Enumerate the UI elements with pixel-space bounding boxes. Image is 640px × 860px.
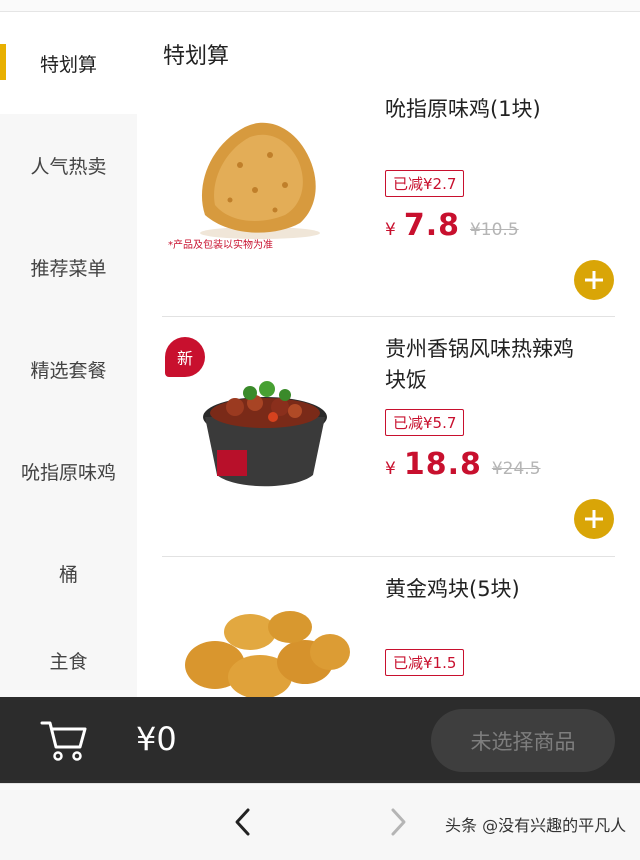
product-card[interactable]: 黄金鸡块(5块) 已减¥1.5 (160, 557, 615, 697)
original-price: ¥10.5 (469, 220, 519, 240)
discount-badge: 已减¥5.7 (385, 409, 465, 436)
browser-nav-bar: 头条 @没有兴趣的平凡人 (0, 783, 640, 860)
chicken-nuggets-image (175, 607, 355, 697)
checkout-button[interactable]: 未选择商品 (431, 709, 615, 772)
sidebar-item-bucket[interactable]: 桶 (0, 522, 137, 624)
fried-chicken-image (160, 105, 360, 249)
sidebar-item-label: 桶 (58, 563, 78, 586)
sidebar-item-label: 吮指原味鸡 (20, 461, 116, 484)
discount-badge: 已减¥2.7 (385, 170, 465, 197)
sidebar-item-recommended[interactable]: 推荐菜单 (0, 216, 137, 318)
original-price: ¥24.5 (491, 459, 541, 479)
sidebar-item-special[interactable]: 特划算 (0, 12, 137, 114)
price-row: ¥ 7.8 ¥10.5 (385, 208, 519, 243)
product-footnote: *产品及包装以实物为准 (168, 240, 273, 251)
sidebar-item-popular[interactable]: 人气热卖 (0, 114, 137, 216)
category-sidebar: 特划算 人气热卖 推荐菜单 精选套餐 吮指原味鸡 桶 主食 (0, 12, 137, 697)
product-name: 黄金鸡块(5块) (385, 577, 520, 601)
discount-badge: 已减¥1.5 (385, 649, 465, 676)
section-title: 特划算 (163, 44, 230, 69)
currency-symbol: ¥ (385, 459, 396, 479)
plus-icon (585, 510, 603, 528)
cart-bar: ¥0 未选择商品 (0, 697, 640, 783)
sidebar-item-original-chicken[interactable]: 吮指原味鸡 (0, 420, 137, 522)
product-price: 7.8 (403, 208, 460, 243)
watermark: 头条 @没有兴趣的平凡人 (445, 816, 627, 835)
sidebar-item-combos[interactable]: 精选套餐 (0, 318, 137, 420)
product-card[interactable]: 新 贵州香锅风味热辣鸡块饭 已减¥5.7 ¥ 18.8 ¥24.5 (160, 317, 615, 555)
add-to-cart-button[interactable] (574, 260, 614, 300)
back-arrow-icon[interactable] (228, 804, 258, 840)
shopping-cart-icon[interactable] (40, 717, 90, 763)
cart-total: ¥0 (136, 720, 177, 758)
forward-arrow-icon[interactable] (383, 804, 413, 840)
sidebar-item-label: 人气热卖 (30, 155, 107, 178)
product-name: 贵州香锅风味热辣鸡块饭 (385, 337, 574, 392)
product-name: 吮指原味鸡(1块) (385, 97, 541, 121)
currency-symbol: ¥ (385, 220, 396, 240)
product-card[interactable]: *产品及包装以实物为准 吮指原味鸡(1块) 已减¥2.7 ¥ 7.8 ¥10.5 (160, 90, 615, 315)
sidebar-item-staple[interactable]: 主食 (0, 624, 137, 697)
product-price: 18.8 (403, 447, 482, 482)
price-row: ¥ 18.8 ¥24.5 (385, 447, 541, 482)
sidebar-item-label: 推荐菜单 (30, 257, 107, 280)
add-to-cart-button[interactable] (574, 499, 614, 539)
active-indicator (0, 44, 6, 80)
sidebar-item-label: 主食 (49, 651, 88, 673)
sidebar-item-label: 特划算 (39, 53, 97, 76)
sidebar-item-label: 精选套餐 (30, 359, 107, 382)
top-edge (0, 0, 640, 12)
plus-icon (585, 271, 603, 289)
chicken-rice-bowl-image (195, 355, 335, 499)
